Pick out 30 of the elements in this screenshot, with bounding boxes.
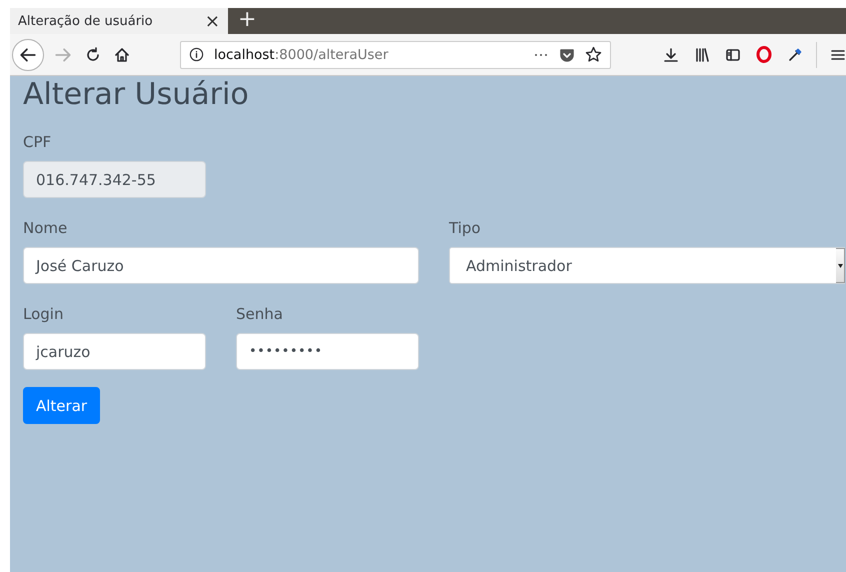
tab-title: Alteração de usuário: [18, 14, 153, 28]
caret-icon: [838, 264, 842, 268]
page-heading: Alterar Usuário: [23, 76, 250, 114]
field-label: Login: [23, 304, 64, 324]
field-label: Senha: [236, 304, 284, 324]
field-label: Tipo: [449, 218, 482, 238]
back-button[interactable]: [12, 38, 44, 70]
info-icon[interactable]: [189, 47, 204, 62]
pocket-icon[interactable]: [559, 46, 575, 62]
input-field[interactable]: jcaruzo: [23, 333, 206, 370]
sidebar-icon[interactable]: [725, 46, 741, 62]
ring-logo-icon[interactable]: [756, 46, 772, 63]
address-bar[interactable]: localhost:8000/alteraUser: [180, 40, 611, 68]
submit-button[interactable]: Alterar: [23, 387, 100, 424]
eyedropper-icon[interactable]: [787, 46, 803, 62]
close-tab-button[interactable]: ×: [204, 10, 220, 32]
new-tab-button[interactable]: +: [228, 8, 266, 34]
library-icon[interactable]: [694, 46, 710, 62]
dropdown-field[interactable]: Administrador: [449, 247, 845, 284]
password-field[interactable]: •••••••••: [236, 333, 419, 370]
back-arrow-icon[interactable]: [19, 46, 37, 64]
home-icon[interactable]: [114, 46, 130, 62]
reload-icon[interactable]: [85, 46, 101, 62]
field-label: Nome: [23, 218, 68, 238]
input-field[interactable]: José Caruzo: [23, 247, 419, 284]
url-text: localhost:8000/alteraUser: [214, 46, 390, 62]
download-icon[interactable]: [663, 46, 679, 62]
browser-tab[interactable]: Alteração de usuário ×: [10, 8, 228, 34]
field-label: CPF: [23, 132, 52, 152]
star-icon[interactable]: [585, 46, 602, 63]
